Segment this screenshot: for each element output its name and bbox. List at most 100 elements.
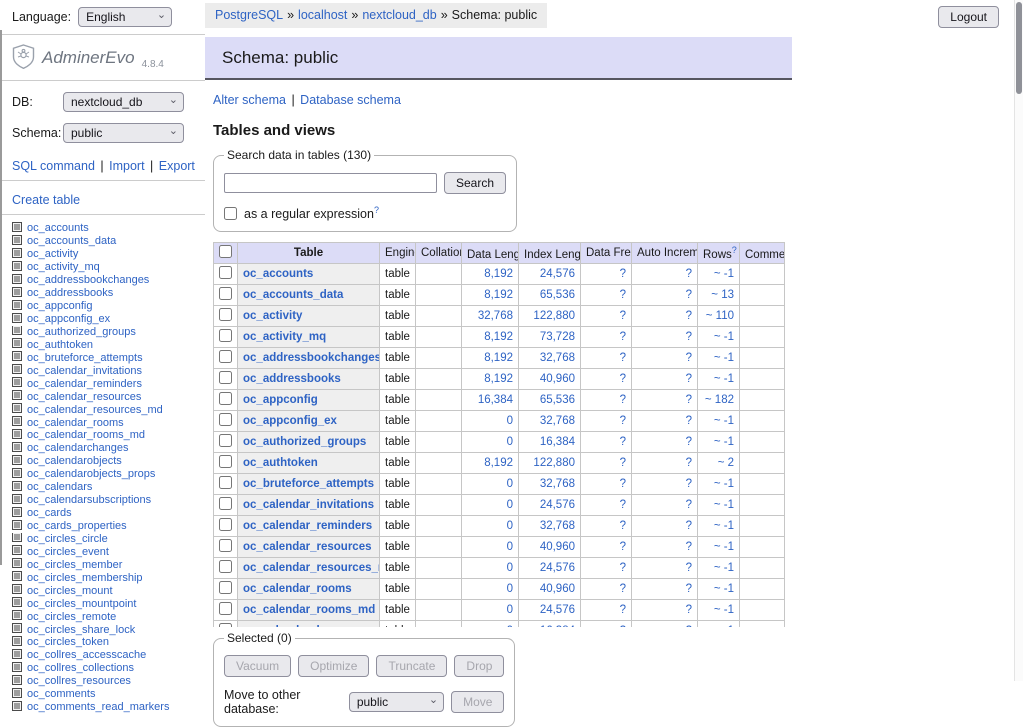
row-checkbox[interactable]	[219, 308, 232, 321]
rows-count-link[interactable]: ~ 2	[718, 457, 734, 469]
table-name-link[interactable]: oc_addressbookchanges	[243, 352, 380, 364]
index-length-link[interactable]: 16,384	[540, 625, 575, 627]
index-length-link[interactable]: 24,576	[540, 604, 575, 616]
alter-schema-link[interactable]: Alter schema	[213, 93, 286, 107]
sidebar-table-link[interactable]: oc_calendar_resources_md	[27, 404, 163, 416]
sidebar-table-link[interactable]: oc_calendar_reminders	[27, 378, 142, 390]
sidebar-scrollbar[interactable]	[0, 30, 2, 565]
data-free-link[interactable]: ?	[620, 562, 626, 574]
table-name-link[interactable]: oc_appconfig_ex	[243, 415, 337, 427]
row-checkbox[interactable]	[219, 539, 232, 552]
auto-increment-link[interactable]: ?	[686, 394, 692, 406]
sidebar-table-link[interactable]: oc_circles_share_lock	[27, 624, 135, 636]
index-length-link[interactable]: 65,536	[540, 289, 575, 301]
table-name-link[interactable]: oc_calendar_resources_md	[243, 562, 380, 574]
auto-increment-link[interactable]: ?	[686, 331, 692, 343]
index-length-link[interactable]: 32,768	[540, 352, 575, 364]
table-name-link[interactable]: oc_authorized_groups	[243, 436, 366, 448]
row-checkbox[interactable]	[219, 266, 232, 279]
rows-count-link[interactable]: ~ -1	[714, 373, 734, 385]
table-name-link[interactable]: oc_accounts_data	[243, 289, 343, 301]
index-length-link[interactable]: 40,960	[540, 541, 575, 553]
rows-count-link[interactable]: ~ 13	[711, 289, 734, 301]
data-length-link[interactable]: 0	[507, 562, 513, 574]
table-icon[interactable]	[12, 313, 22, 326]
table-icon[interactable]	[12, 481, 22, 494]
sidebar-table-link[interactable]: oc_bruteforce_attempts	[27, 352, 143, 364]
table-icon[interactable]	[12, 351, 22, 364]
auto-increment-link[interactable]: ?	[686, 604, 692, 616]
sidebar-table-link[interactable]: oc_calendars	[27, 481, 92, 493]
table-icon[interactable]	[12, 533, 22, 546]
bulk-action-button[interactable]: Optimize	[298, 655, 369, 677]
sidebar-table-link[interactable]: oc_authtoken	[27, 339, 93, 351]
database-schema-link[interactable]: Database schema	[300, 93, 401, 107]
auto-increment-link[interactable]: ?	[686, 583, 692, 595]
index-length-link[interactable]: 32,768	[540, 520, 575, 532]
table-icon[interactable]	[12, 636, 22, 649]
table-icon[interactable]	[12, 338, 22, 351]
export-link[interactable]: Export	[159, 159, 195, 173]
table-name-link[interactable]: oc_bruteforce_attempts	[243, 478, 374, 490]
sidebar-table-link[interactable]: oc_calendar_rooms	[27, 417, 124, 429]
data-free-link[interactable]: ?	[620, 583, 626, 595]
table-icon[interactable]	[12, 235, 22, 248]
sidebar-table-link[interactable]: oc_circles_membership	[27, 572, 143, 584]
create-table-link[interactable]: Create table	[12, 193, 80, 207]
breadcrumb-link[interactable]: localhost	[298, 8, 347, 22]
data-free-link[interactable]: ?	[620, 331, 626, 343]
sidebar-table-link[interactable]: oc_circles_mountpoint	[27, 598, 136, 610]
sidebar-table-link[interactable]: oc_collres_collections	[27, 662, 134, 674]
table-name-link[interactable]: oc_activity	[243, 310, 302, 322]
table-icon[interactable]	[12, 507, 22, 520]
auto-increment-link[interactable]: ?	[686, 625, 692, 627]
auto-increment-link[interactable]: ?	[686, 268, 692, 280]
data-length-link[interactable]: 0	[507, 478, 513, 490]
data-length-link[interactable]: 8,192	[484, 268, 513, 280]
auto-increment-link[interactable]: ?	[686, 562, 692, 574]
sidebar-table-link[interactable]: oc_cards	[27, 507, 72, 519]
page-scrollbar-thumb[interactable]	[1016, 2, 1022, 94]
data-free-link[interactable]: ?	[620, 373, 626, 385]
rows-count-link[interactable]: ~ 110	[706, 310, 734, 322]
sidebar-table-link[interactable]: oc_collres_resources	[27, 675, 131, 687]
table-icon[interactable]	[12, 442, 22, 455]
data-free-link[interactable]: ?	[620, 310, 626, 322]
help-link[interactable]: ?	[732, 245, 737, 255]
sidebar-table-link[interactable]: oc_collres_accesscache	[27, 649, 146, 661]
search-button[interactable]: Search	[444, 172, 506, 194]
table-name-link[interactable]: oc_calendar_resources	[243, 541, 372, 553]
index-length-link[interactable]: 122,880	[533, 310, 575, 322]
page-scrollbar[interactable]	[1014, 0, 1023, 681]
index-length-link[interactable]: 24,576	[540, 499, 575, 511]
table-icon[interactable]	[12, 248, 22, 261]
index-length-link[interactable]: 32,768	[540, 478, 575, 490]
index-length-link[interactable]: 40,960	[540, 373, 575, 385]
logout-button[interactable]: Logout	[938, 6, 999, 28]
table-icon[interactable]	[12, 364, 22, 377]
data-free-link[interactable]: ?	[620, 289, 626, 301]
index-length-link[interactable]: 24,576	[540, 562, 575, 574]
data-free-link[interactable]: ?	[620, 499, 626, 511]
row-checkbox[interactable]	[219, 455, 232, 468]
data-length-link[interactable]: 0	[507, 541, 513, 553]
table-icon[interactable]	[12, 390, 22, 403]
data-length-link[interactable]: 0	[507, 520, 513, 532]
auto-increment-link[interactable]: ?	[686, 499, 692, 511]
table-icon[interactable]	[12, 649, 22, 662]
sidebar-table-link[interactable]: oc_circles_event	[27, 546, 109, 558]
rows-count-link[interactable]: ~ -1	[714, 541, 734, 553]
row-checkbox[interactable]	[219, 581, 232, 594]
table-icon[interactable]	[12, 403, 22, 416]
table-icon[interactable]	[12, 558, 22, 571]
row-checkbox[interactable]	[219, 623, 232, 627]
row-checkbox[interactable]	[219, 329, 232, 342]
sidebar-table-link[interactable]: oc_calendar_rooms_md	[27, 429, 145, 441]
bulk-action-button[interactable]: Drop	[454, 655, 504, 677]
sidebar-table-link[interactable]: oc_circles_remote	[27, 611, 116, 623]
sidebar-table-link[interactable]: oc_accounts_data	[27, 235, 116, 247]
table-name-link[interactable]: oc_addressbooks	[243, 373, 341, 385]
sidebar-table-link[interactable]: oc_calendar_resources	[27, 391, 141, 403]
rows-count-link[interactable]: ~ 182	[705, 394, 734, 406]
data-free-link[interactable]: ?	[620, 625, 626, 627]
